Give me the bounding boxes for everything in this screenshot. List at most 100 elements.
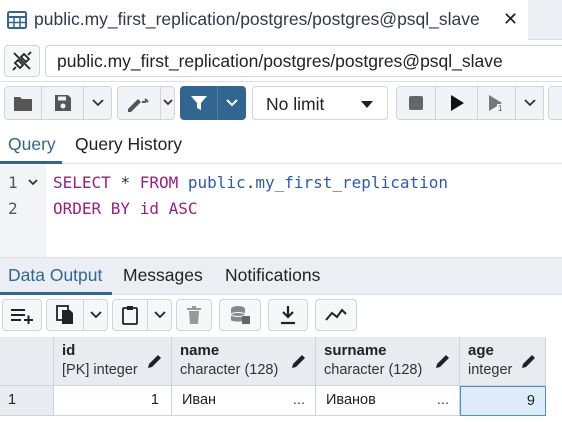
code-line-1: SELECT * FROM public.my_first_replicatio… bbox=[53, 173, 448, 192]
query-tool-tab[interactable]: public.my_first_replication/postgres/pos… bbox=[0, 0, 528, 40]
column-type: character (128) bbox=[180, 362, 279, 378]
row-number[interactable]: 1 bbox=[0, 386, 54, 416]
execute-options-dropdown[interactable] bbox=[516, 86, 544, 120]
paste-options-dropdown[interactable] bbox=[148, 299, 172, 331]
graph-visualiser-button[interactable] bbox=[315, 299, 357, 331]
cell-age[interactable]: 9 bbox=[460, 386, 546, 416]
chevron-down-icon bbox=[91, 99, 104, 107]
row-header-corner[interactable] bbox=[0, 337, 54, 386]
column-name: surname bbox=[324, 342, 387, 359]
column-name: id bbox=[62, 342, 76, 359]
chevron-down-icon bbox=[523, 99, 536, 107]
pencil-icon[interactable] bbox=[291, 353, 307, 369]
column-header-surname[interactable]: surname character (128) bbox=[316, 337, 460, 386]
column-type: integer bbox=[468, 362, 513, 378]
column-name: age bbox=[468, 342, 494, 359]
line-number: 1 bbox=[8, 173, 18, 192]
save-file-button[interactable] bbox=[42, 86, 84, 120]
cell-surname[interactable]: Иванов ... bbox=[316, 386, 460, 416]
cell-text: Иванов bbox=[326, 392, 376, 408]
explain-icon: 1 bbox=[488, 95, 503, 112]
active-tab-indicator bbox=[0, 161, 62, 164]
execute-explain-button[interactable]: 1 bbox=[478, 86, 516, 120]
tab-query[interactable]: Query bbox=[8, 134, 56, 155]
database-save-icon bbox=[230, 306, 250, 324]
tab-query-history[interactable]: Query History bbox=[75, 134, 182, 155]
column-header-id[interactable]: id [PK] integer bbox=[54, 337, 172, 386]
sql-table: my_first_replication bbox=[255, 173, 448, 192]
pencil-icon[interactable] bbox=[147, 353, 163, 369]
query-tabs: Query Query History bbox=[0, 124, 562, 164]
copy-icon bbox=[56, 305, 73, 324]
column-name: name bbox=[180, 342, 220, 359]
paste-button[interactable] bbox=[112, 299, 148, 331]
sql-keyword: FROM bbox=[139, 173, 179, 192]
stop-icon bbox=[409, 96, 423, 110]
line-chart-icon bbox=[325, 308, 347, 321]
column-type: [PK] integer bbox=[62, 362, 138, 378]
add-row-button[interactable] bbox=[2, 299, 42, 331]
tab-data-output[interactable]: Data Output bbox=[8, 265, 102, 286]
sql-column: id bbox=[139, 199, 159, 218]
column-type: character (128) bbox=[324, 362, 423, 378]
copy-options-dropdown[interactable] bbox=[84, 299, 108, 331]
more-tools-button[interactable] bbox=[548, 86, 562, 120]
line-number-gutter: 1 2 bbox=[0, 165, 46, 257]
tab-title: public.my_first_replication/postgres/pos… bbox=[34, 9, 480, 29]
row-limit-value: No limit bbox=[266, 94, 325, 114]
open-file-button[interactable] bbox=[4, 86, 42, 120]
row-limit-select[interactable]: No limit bbox=[252, 86, 388, 120]
caret-down-icon bbox=[361, 101, 373, 108]
stop-query-button[interactable] bbox=[396, 86, 436, 120]
save-data-button[interactable] bbox=[219, 299, 261, 331]
connection-select[interactable]: public.my_first_replication/postgres/pos… bbox=[45, 45, 562, 77]
cell-id[interactable]: 1 bbox=[54, 386, 172, 416]
cell-expand-ellipsis[interactable]: ... bbox=[437, 386, 449, 415]
chevron-down-icon bbox=[225, 99, 238, 107]
filter-options-dropdown[interactable] bbox=[217, 86, 246, 120]
chevron-down-icon bbox=[89, 311, 102, 319]
tab-notifications[interactable]: Notifications bbox=[225, 265, 320, 286]
cell-name[interactable]: Иван ... bbox=[172, 386, 316, 416]
trash-icon bbox=[187, 306, 201, 324]
sql-dot: . bbox=[245, 173, 256, 192]
filter-icon bbox=[190, 96, 207, 110]
pencil-icon[interactable] bbox=[521, 353, 537, 369]
svg-text:1: 1 bbox=[498, 104, 503, 112]
cell-expand-ellipsis[interactable]: ... bbox=[293, 386, 305, 415]
pencil-icon[interactable] bbox=[435, 353, 451, 369]
chevron-down-icon bbox=[162, 99, 173, 106]
column-header-name[interactable]: name character (128) bbox=[172, 337, 316, 386]
copy-button[interactable] bbox=[46, 299, 84, 331]
play-icon bbox=[450, 95, 464, 111]
column-header-age[interactable]: age integer bbox=[460, 337, 546, 386]
data-toolbar bbox=[0, 295, 562, 337]
sql-keyword: ASC bbox=[168, 199, 198, 218]
sql-editor[interactable]: 1 2 SELECT * FROM public.my_first_replic… bbox=[0, 165, 562, 257]
tab-messages[interactable]: Messages bbox=[123, 265, 203, 286]
save-icon bbox=[54, 95, 71, 111]
save-options-dropdown[interactable] bbox=[84, 86, 112, 120]
connection-status-button[interactable] bbox=[4, 45, 40, 77]
edit-options-dropdown[interactable] bbox=[161, 86, 175, 120]
filter-button[interactable] bbox=[180, 86, 217, 120]
edit-button[interactable] bbox=[117, 86, 161, 120]
delete-row-button[interactable] bbox=[176, 299, 212, 331]
disconnect-icon bbox=[12, 51, 32, 71]
close-icon[interactable]: ✕ bbox=[503, 9, 518, 30]
table-icon bbox=[7, 11, 27, 29]
download-icon bbox=[281, 306, 295, 325]
data-grid: id [PK] integer name character (128) sur… bbox=[0, 337, 562, 422]
fold-chevron-icon[interactable] bbox=[27, 176, 39, 188]
query-toolbar: No limit 1 bbox=[0, 82, 562, 124]
sql-keyword: ORDER BY bbox=[53, 199, 131, 218]
sql-schema: public bbox=[187, 173, 246, 192]
chevron-down-icon bbox=[153, 311, 166, 319]
sql-keyword: SELECT bbox=[53, 173, 111, 192]
code-line-2: ORDER BY id ASC bbox=[53, 199, 198, 218]
editor-tab-strip: public.my_first_replication/postgres/pos… bbox=[0, 0, 562, 40]
folder-icon bbox=[14, 97, 32, 111]
download-button[interactable] bbox=[268, 299, 308, 331]
execute-button[interactable] bbox=[436, 86, 478, 120]
result-tabs: Data Output Messages Notifications bbox=[0, 257, 562, 295]
